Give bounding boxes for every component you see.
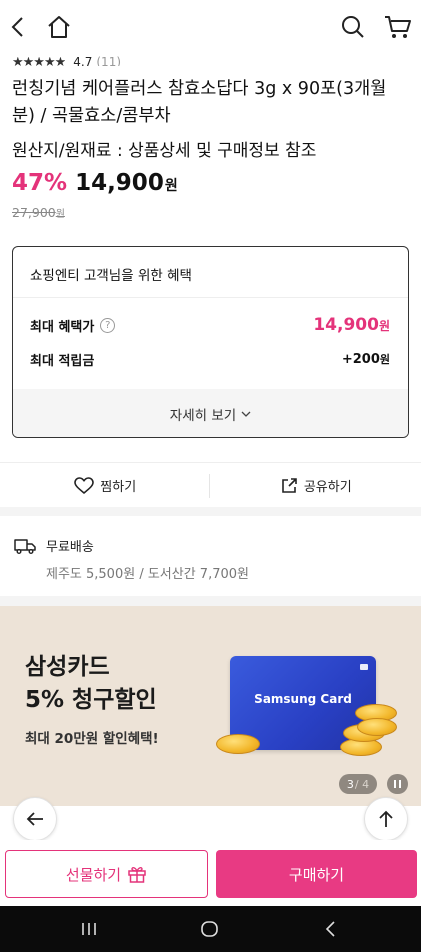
buy-button[interactable]: 구매하기 [216,850,417,898]
card-name: Samsung Card [254,692,352,706]
max-points-number: +200 [341,352,380,367]
review-count[interactable]: (11) [96,56,121,66]
truck-icon [14,538,36,554]
search-button[interactable] [336,10,370,44]
back-nav-button[interactable] [319,919,343,939]
coin-icon [216,734,260,754]
cart-button[interactable] [381,10,415,44]
banner-pager: 3/ 4 [339,774,377,794]
max-benefit-row: 최대 혜택가 ? 14,900원 [30,314,390,336]
price-row: 47% 14,900 원 [12,170,178,196]
sale-price: 14,900 [75,170,164,196]
promo-banner[interactable]: 삼성카드 5% 청구할인 최대 20만원 할인혜택! Samsung Card … [0,606,421,806]
arrow-up-icon [379,810,393,827]
original-price: 27,900원 [12,205,65,220]
rating-value: 4.7 [73,56,93,66]
heart-icon [74,476,95,494]
pager-current: 3 [346,777,354,791]
see-more-button[interactable]: 자세히 보기 [13,389,408,437]
see-more-label: 자세히 보기 [169,408,237,424]
back-nav-icon [325,921,335,937]
banner-line1: 삼성카드 [25,654,110,680]
max-points-row: 최대 적립금 +200원 [30,348,390,370]
cart-icon [385,16,411,38]
max-points-unit: 원 [379,353,390,366]
share-icon [282,477,297,493]
max-benefit-label-wrap: 최대 혜택가 ? [30,316,116,335]
divider [209,474,210,498]
home-nav-icon [201,921,218,937]
gift-icon [128,867,146,883]
shipping-label: 무료배송 [46,540,94,555]
share-button[interactable]: 공유하기 [211,467,421,504]
back-float-button[interactable] [13,797,57,841]
shipping-row: 무료배송 [14,536,94,555]
home-button[interactable] [42,10,76,44]
action-row: 찜하기 공유하기 [0,467,421,504]
product-title: 런칭기념 케어플러스 참효소답다 3g x 90포(3개월분) / 곡물효소/콤… [12,79,387,126]
product-origin: 원산지/원재료 : 상품상세 및 구매정보 참조 [12,141,317,161]
shipping-detail: 제주도 5,500원 / 도서산간 7,700원 [46,567,249,582]
pause-icon [399,780,401,788]
banner-subtext: 최대 20만원 할인혜택! [25,731,159,747]
banner-line2: 5% 청구할인 [25,687,157,713]
max-benefit-price-unit: 원 [378,319,390,333]
recent-apps-icon [82,923,96,935]
section-gap [0,596,421,606]
divider [13,297,408,298]
buy-label: 구매하기 [288,865,345,884]
section-gap [0,507,421,516]
max-benefit-price: 14,900원 [313,315,390,335]
help-icon[interactable]: ? [100,317,116,333]
original-price-value: 27,900 [12,205,56,220]
benefit-heading: 쇼핑엔티 고객님을 위한 혜택 [30,268,192,284]
system-nav-bar [0,906,421,952]
home-nav-button[interactable] [198,919,222,939]
pause-button[interactable] [387,774,408,794]
max-points-value: +200원 [342,351,390,367]
home-icon [48,16,70,38]
wish-label: 찜하기 [100,480,137,495]
divider [0,462,421,463]
max-points-label: 최대 적립금 [30,353,95,369]
chevron-down-icon [241,411,251,417]
coin-icon [357,718,397,736]
benefit-box: 쇼핑엔티 고객님을 위한 혜택 최대 혜택가 ? 14,900원 최대 적립금 … [12,246,409,438]
arrow-left-icon [26,812,43,826]
scroll-top-button[interactable] [364,797,408,841]
price-unit: 원 [164,178,178,194]
rating-row: ★★★★★ 4.7 (11) [12,53,121,69]
pager-total: / 4 [354,777,370,791]
pause-icon [394,780,396,788]
gift-label: 선물하기 [65,865,122,884]
share-label: 공유하기 [303,480,352,495]
back-button[interactable] [2,10,36,44]
max-benefit-label: 최대 혜택가 [30,319,95,335]
original-price-unit: 원 [55,209,65,220]
wish-button[interactable]: 찜하기 [0,467,211,504]
recent-apps-button[interactable] [77,919,101,939]
rating-stars: ★★★★★ [12,56,66,66]
discount-rate: 47% [12,170,68,196]
purchase-bar: 선물하기 구매하기 [0,840,421,906]
banner-headline: 삼성카드 5% 청구할인 [25,651,157,717]
search-icon [342,16,364,38]
card-chip-icon [360,664,368,670]
top-bar [0,0,421,54]
gift-button[interactable]: 선물하기 [5,850,208,898]
max-benefit-price-value: 14,900 [313,315,379,335]
chevron-left-icon [11,17,23,37]
